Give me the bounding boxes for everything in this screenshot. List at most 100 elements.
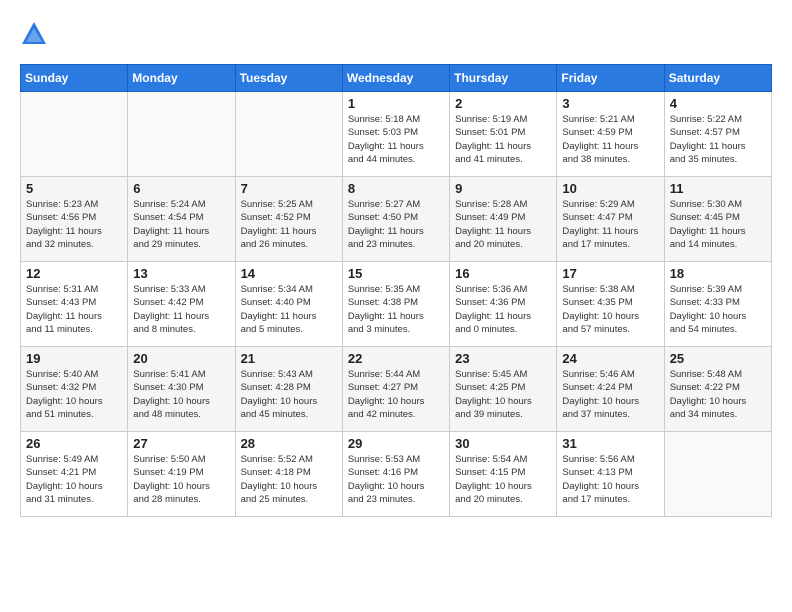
day-detail: Sunrise: 5:36 AM Sunset: 4:36 PM Dayligh… [455, 283, 551, 336]
calendar-day-cell: 16 Sunrise: 5:36 AM Sunset: 4:36 PM Dayli… [450, 262, 557, 347]
day-number: 16 [455, 266, 551, 281]
logo [20, 20, 52, 48]
day-number: 8 [348, 181, 444, 196]
day-detail: Sunrise: 5:21 AM Sunset: 4:59 PM Dayligh… [562, 113, 658, 166]
day-detail: Sunrise: 5:33 AM Sunset: 4:42 PM Dayligh… [133, 283, 229, 336]
weekday-header: Wednesday [342, 65, 449, 92]
day-detail: Sunrise: 5:54 AM Sunset: 4:15 PM Dayligh… [455, 453, 551, 506]
day-number: 2 [455, 96, 551, 111]
day-detail: Sunrise: 5:44 AM Sunset: 4:27 PM Dayligh… [348, 368, 444, 421]
calendar-day-cell [235, 92, 342, 177]
day-detail: Sunrise: 5:28 AM Sunset: 4:49 PM Dayligh… [455, 198, 551, 251]
calendar-day-cell [664, 432, 771, 517]
calendar-day-cell: 5Sunrise: 5:23 AM Sunset: 4:56 PM Daylig… [21, 177, 128, 262]
day-detail: Sunrise: 5:25 AM Sunset: 4:52 PM Dayligh… [241, 198, 337, 251]
day-number: 22 [348, 351, 444, 366]
day-detail: Sunrise: 5:50 AM Sunset: 4:19 PM Dayligh… [133, 453, 229, 506]
weekday-header: Tuesday [235, 65, 342, 92]
day-number: 25 [670, 351, 766, 366]
day-number: 29 [348, 436, 444, 451]
day-detail: Sunrise: 5:22 AM Sunset: 4:57 PM Dayligh… [670, 113, 766, 166]
day-number: 27 [133, 436, 229, 451]
day-detail: Sunrise: 5:39 AM Sunset: 4:33 PM Dayligh… [670, 283, 766, 336]
logo-icon [20, 20, 48, 48]
day-detail: Sunrise: 5:43 AM Sunset: 4:28 PM Dayligh… [241, 368, 337, 421]
day-detail: Sunrise: 5:49 AM Sunset: 4:21 PM Dayligh… [26, 453, 122, 506]
day-detail: Sunrise: 5:41 AM Sunset: 4:30 PM Dayligh… [133, 368, 229, 421]
day-number: 20 [133, 351, 229, 366]
day-number: 7 [241, 181, 337, 196]
calendar-week-row: 5Sunrise: 5:23 AM Sunset: 4:56 PM Daylig… [21, 177, 772, 262]
calendar-day-cell: 24Sunrise: 5:46 AM Sunset: 4:24 PM Dayli… [557, 347, 664, 432]
calendar-day-cell: 15 Sunrise: 5:35 AM Sunset: 4:38 PM Dayli… [342, 262, 449, 347]
calendar-week-row: 19 Sunrise: 5:40 AM Sunset: 4:32 PM Dayli… [21, 347, 772, 432]
calendar-day-cell: 19 Sunrise: 5:40 AM Sunset: 4:32 PM Dayli… [21, 347, 128, 432]
day-number: 3 [562, 96, 658, 111]
day-number: 1 [348, 96, 444, 111]
day-number: 6 [133, 181, 229, 196]
calendar-week-row: 12Sunrise: 5:31 AM Sunset: 4:43 PM Dayli… [21, 262, 772, 347]
calendar-day-cell: 20 Sunrise: 5:41 AM Sunset: 4:30 PM Dayli… [128, 347, 235, 432]
day-detail: Sunrise: 5:45 AM Sunset: 4:25 PM Dayligh… [455, 368, 551, 421]
calendar-day-cell: 4Sunrise: 5:22 AM Sunset: 4:57 PM Daylig… [664, 92, 771, 177]
calendar-day-cell: 26 Sunrise: 5:49 AM Sunset: 4:21 PM Dayli… [21, 432, 128, 517]
day-detail: Sunrise: 5:23 AM Sunset: 4:56 PM Dayligh… [26, 198, 122, 251]
page-header [20, 20, 772, 48]
calendar-day-cell: 30 Sunrise: 5:54 AM Sunset: 4:15 PM Dayli… [450, 432, 557, 517]
calendar-table: SundayMondayTuesdayWednesdayThursdayFrid… [20, 64, 772, 517]
day-number: 14 [241, 266, 337, 281]
weekday-header: Monday [128, 65, 235, 92]
day-detail: Sunrise: 5:48 AM Sunset: 4:22 PM Dayligh… [670, 368, 766, 421]
day-detail: Sunrise: 5:40 AM Sunset: 4:32 PM Dayligh… [26, 368, 122, 421]
day-detail: Sunrise: 5:30 AM Sunset: 4:45 PM Dayligh… [670, 198, 766, 251]
day-number: 10 [562, 181, 658, 196]
day-number: 26 [26, 436, 122, 451]
weekday-header: Friday [557, 65, 664, 92]
calendar-day-cell: 11 Sunrise: 5:30 AM Sunset: 4:45 PM Dayli… [664, 177, 771, 262]
day-number: 19 [26, 351, 122, 366]
day-detail: Sunrise: 5:34 AM Sunset: 4:40 PM Dayligh… [241, 283, 337, 336]
day-number: 11 [670, 181, 766, 196]
day-number: 18 [670, 266, 766, 281]
calendar-day-cell: 8 Sunrise: 5:27 AM Sunset: 4:50 PM Daylig… [342, 177, 449, 262]
day-number: 28 [241, 436, 337, 451]
day-number: 31 [562, 436, 658, 451]
calendar-day-cell: 17Sunrise: 5:38 AM Sunset: 4:35 PM Dayli… [557, 262, 664, 347]
calendar-day-cell: 28 Sunrise: 5:52 AM Sunset: 4:18 PM Dayli… [235, 432, 342, 517]
day-number: 30 [455, 436, 551, 451]
day-number: 15 [348, 266, 444, 281]
day-detail: Sunrise: 5:27 AM Sunset: 4:50 PM Dayligh… [348, 198, 444, 251]
calendar-day-cell: 1 Sunrise: 5:18 AM Sunset: 5:03 PM Daylig… [342, 92, 449, 177]
day-number: 9 [455, 181, 551, 196]
calendar-day-cell: 14 Sunrise: 5:34 AM Sunset: 4:40 PM Dayli… [235, 262, 342, 347]
calendar-day-cell: 3 Sunrise: 5:21 AM Sunset: 4:59 PM Daylig… [557, 92, 664, 177]
weekday-header: Sunday [21, 65, 128, 92]
day-number: 21 [241, 351, 337, 366]
calendar-day-cell: 21 Sunrise: 5:43 AM Sunset: 4:28 PM Dayli… [235, 347, 342, 432]
calendar-day-cell [21, 92, 128, 177]
calendar-day-cell [128, 92, 235, 177]
day-detail: Sunrise: 5:38 AM Sunset: 4:35 PM Dayligh… [562, 283, 658, 336]
day-detail: Sunrise: 5:18 AM Sunset: 5:03 PM Dayligh… [348, 113, 444, 166]
calendar-day-cell: 13 Sunrise: 5:33 AM Sunset: 4:42 PM Dayli… [128, 262, 235, 347]
day-detail: Sunrise: 5:24 AM Sunset: 4:54 PM Dayligh… [133, 198, 229, 251]
calendar-day-cell: 18 Sunrise: 5:39 AM Sunset: 4:33 PM Dayli… [664, 262, 771, 347]
calendar-header-row: SundayMondayTuesdayWednesdayThursdayFrid… [21, 65, 772, 92]
calendar-day-cell: 31 Sunrise: 5:56 AM Sunset: 4:13 PM Dayli… [557, 432, 664, 517]
calendar-day-cell: 27 Sunrise: 5:50 AM Sunset: 4:19 PM Dayli… [128, 432, 235, 517]
day-number: 23 [455, 351, 551, 366]
calendar-day-cell: 2 Sunrise: 5:19 AM Sunset: 5:01 PM Daylig… [450, 92, 557, 177]
calendar-week-row: 26 Sunrise: 5:49 AM Sunset: 4:21 PM Dayli… [21, 432, 772, 517]
day-number: 13 [133, 266, 229, 281]
day-detail: Sunrise: 5:29 AM Sunset: 4:47 PM Dayligh… [562, 198, 658, 251]
day-detail: Sunrise: 5:19 AM Sunset: 5:01 PM Dayligh… [455, 113, 551, 166]
weekday-header: Saturday [664, 65, 771, 92]
day-detail: Sunrise: 5:35 AM Sunset: 4:38 PM Dayligh… [348, 283, 444, 336]
calendar-day-cell: 7 Sunrise: 5:25 AM Sunset: 4:52 PM Daylig… [235, 177, 342, 262]
day-number: 12 [26, 266, 122, 281]
calendar-day-cell: 6 Sunrise: 5:24 AM Sunset: 4:54 PM Daylig… [128, 177, 235, 262]
day-detail: Sunrise: 5:56 AM Sunset: 4:13 PM Dayligh… [562, 453, 658, 506]
calendar-day-cell: 22 Sunrise: 5:44 AM Sunset: 4:27 PM Dayli… [342, 347, 449, 432]
day-detail: Sunrise: 5:53 AM Sunset: 4:16 PM Dayligh… [348, 453, 444, 506]
day-detail: Sunrise: 5:52 AM Sunset: 4:18 PM Dayligh… [241, 453, 337, 506]
